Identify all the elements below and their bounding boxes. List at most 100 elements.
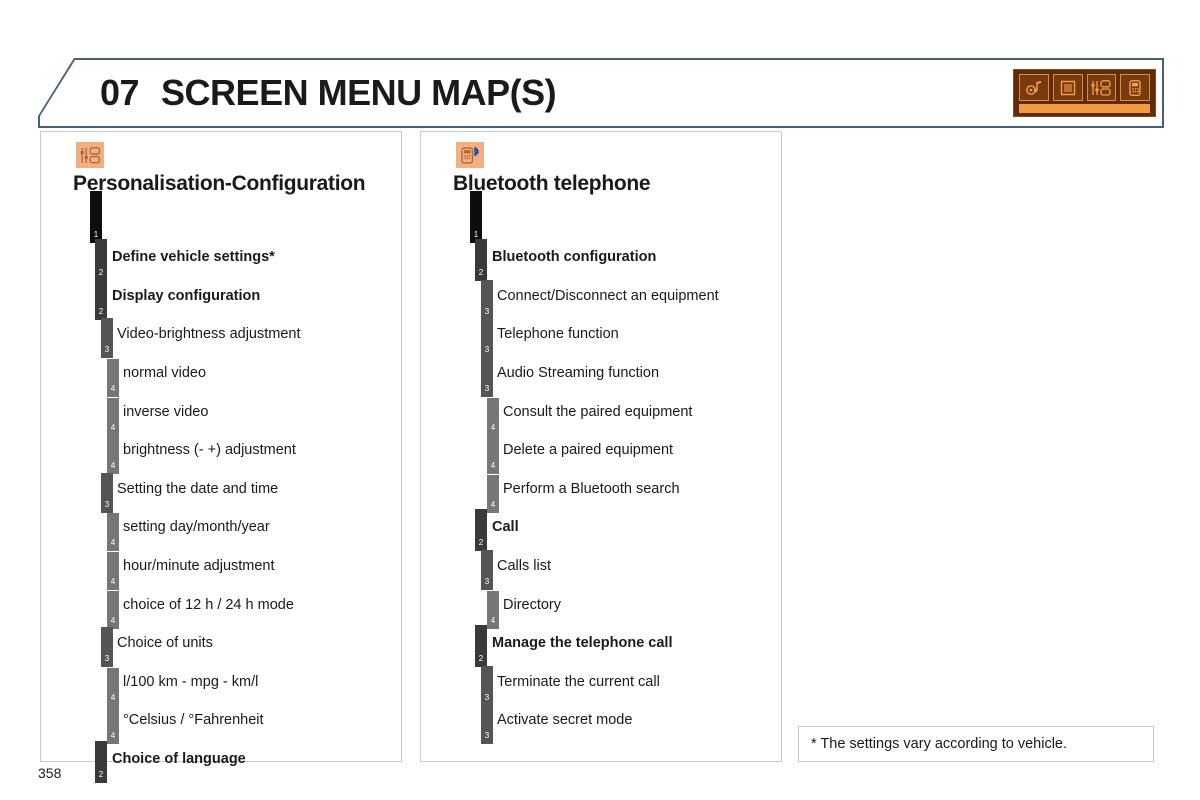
level-marker-3: 3 — [481, 318, 493, 359]
settings-sliders-icon — [1086, 74, 1117, 101]
menu-item-label: Connect/Disconnect an equipment — [497, 287, 719, 304]
level-marker-4: 4 — [487, 397, 499, 436]
media-audio-icon — [1019, 74, 1049, 101]
menu-item-label: Calls list — [497, 557, 551, 574]
level-number: 4 — [490, 461, 496, 471]
menu-item-level-3: 3 Calls list — [421, 549, 781, 592]
level-marker-2: 2 — [95, 740, 107, 783]
level-number: 3 — [484, 576, 490, 586]
level-marker-4: 4 — [487, 590, 499, 629]
level-marker-3: 3 — [101, 318, 113, 359]
menu-item-label: Terminate the current call — [497, 673, 660, 690]
level-marker-2: 2 — [475, 625, 487, 668]
chapter-icon-strip — [1013, 69, 1156, 117]
level-marker-4: 4 — [107, 358, 119, 397]
menu-item-level-2: 2 Choice of language — [41, 740, 401, 785]
level-number: 3 — [484, 306, 490, 316]
bluetooth-telephone-icon — [456, 142, 484, 168]
menu-item-label: Call — [492, 519, 519, 536]
level-marker-4: 4 — [107, 590, 119, 629]
level-number: 4 — [110, 461, 116, 471]
level-number: 1 — [93, 229, 99, 239]
level-marker-2: 2 — [475, 509, 487, 552]
menu-panel-bluetooth: Bluetooth telephone 1 2 Bluetooth configur… — [420, 131, 782, 762]
menu-item-level-3: 3 Telephone function — [421, 318, 781, 361]
menu-item-label: Consult the paired equipment — [503, 403, 693, 420]
level-number: 3 — [484, 731, 490, 741]
menu-item-level-2: 2 Call — [421, 509, 781, 554]
menu-item-level-4: 4 Consult the paired equipment — [421, 397, 781, 438]
level-number: 4 — [110, 422, 116, 432]
menu-item-level-4: 4 l/100 km - mpg - km/l — [41, 667, 401, 708]
menu-item-level-2: 2 Display configuration — [41, 277, 401, 322]
chapter-name: SCREEN MENU MAP(S) — [161, 72, 557, 113]
chapter-icon-accent-bar — [1019, 104, 1150, 113]
menu-item-label: °Celsius / °Fahrenheit — [123, 712, 264, 729]
menu-item-level-2: 2 Bluetooth configuration — [421, 239, 781, 284]
level-marker-4: 4 — [107, 513, 119, 552]
level-number: 4 — [110, 576, 116, 586]
level-marker-3: 3 — [481, 704, 493, 745]
menu-item-label: l/100 km - mpg - km/l — [123, 673, 259, 690]
level-marker-4: 4 — [107, 706, 119, 745]
menu-item-label: Directory — [503, 596, 562, 613]
menu-item-label: inverse video — [123, 403, 209, 420]
menu-item-level-4: 4 brightness (- +) adjustment — [41, 436, 401, 477]
level-number: 3 — [484, 383, 490, 393]
menu-item-level-3: 3 Choice of units — [41, 627, 401, 670]
menu-item-label: Telephone function — [497, 326, 619, 343]
level-number: 3 — [104, 345, 110, 355]
menu-tree-personalisation: 1 2 Define vehicle settings* 2 Display confi… — [41, 190, 401, 785]
menu-item-level-4: 4 choice of 12 h / 24 h mode — [41, 590, 401, 631]
level-marker-4: 4 — [107, 551, 119, 590]
panel-title-personalisation: Personalisation-Configuration — [73, 172, 366, 195]
level-number: 4 — [110, 615, 116, 625]
level-number: 3 — [104, 654, 110, 664]
menu-item-label: normal video — [123, 364, 207, 381]
menu-item-level-4: 4 Delete a paired equipment — [421, 436, 781, 477]
chapter-header-bar: 07 SCREEN MENU MAP(S) — [38, 58, 1164, 128]
menu-item-level-4: 4 normal video — [41, 358, 401, 399]
menu-item-level-3: 3 Connect/Disconnect an equipment — [421, 279, 781, 322]
page-title: 07 SCREEN MENU MAP(S) — [100, 72, 557, 114]
level-marker-4: 4 — [487, 474, 499, 513]
level-number: 1 — [473, 229, 479, 239]
level-marker-4: 4 — [487, 436, 499, 475]
level-marker-2: 2 — [475, 239, 487, 282]
level-marker-3: 3 — [101, 472, 113, 513]
menu-item-level-3: 3 Audio Streaming function — [421, 356, 781, 399]
level-number: 2 — [98, 769, 104, 779]
menu-item-label: Choice of units — [117, 635, 213, 652]
chapter-icon-tiles — [1019, 74, 1150, 101]
level-marker-3: 3 — [481, 549, 493, 590]
menu-item-level-3: 3 Video-brightness adjustment — [41, 318, 401, 361]
menu-panel-personalisation: Personalisation-Configuration 1 2 Define v… — [40, 131, 402, 783]
menu-item-label: Define vehicle settings* — [112, 249, 275, 266]
menu-item-label: Choice of language — [112, 750, 246, 767]
level-number: 2 — [98, 268, 104, 278]
level-number: 4 — [490, 499, 496, 509]
level-number: 3 — [484, 345, 490, 355]
menu-item-level-2: 2 Manage the telephone call — [421, 625, 781, 670]
level-marker-4: 4 — [107, 397, 119, 436]
level-number: 4 — [490, 422, 496, 432]
level-number: 2 — [478, 654, 484, 664]
menu-item-label: Activate secret mode — [497, 712, 633, 729]
menu-item-label: Delete a paired equipment — [503, 442, 674, 459]
menu-tree-bluetooth: 1 2 Bluetooth configuration 3 Connect/Discon… — [421, 190, 781, 746]
level-marker-4: 4 — [107, 436, 119, 475]
level-number: 4 — [110, 538, 116, 548]
level-number: 4 — [110, 383, 116, 393]
menu-item-level-4: 4 setting day/month/year — [41, 513, 401, 554]
menu-item-level-4: 4 hour/minute adjustment — [41, 551, 401, 592]
level-number: 2 — [98, 306, 104, 316]
menu-item-label: hour/minute adjustment — [123, 557, 275, 574]
settings-sliders-icon — [76, 142, 104, 168]
footnote-box: * The settings vary according to vehicle… — [798, 726, 1154, 762]
footnote-text: * The settings vary according to vehicle… — [811, 736, 1068, 752]
level-number: 3 — [484, 692, 490, 702]
menu-item-level-4: 4 inverse video — [41, 397, 401, 438]
level-marker-1: 1 — [90, 190, 102, 243]
level-number: 4 — [110, 692, 116, 702]
level-number: 3 — [104, 499, 110, 509]
